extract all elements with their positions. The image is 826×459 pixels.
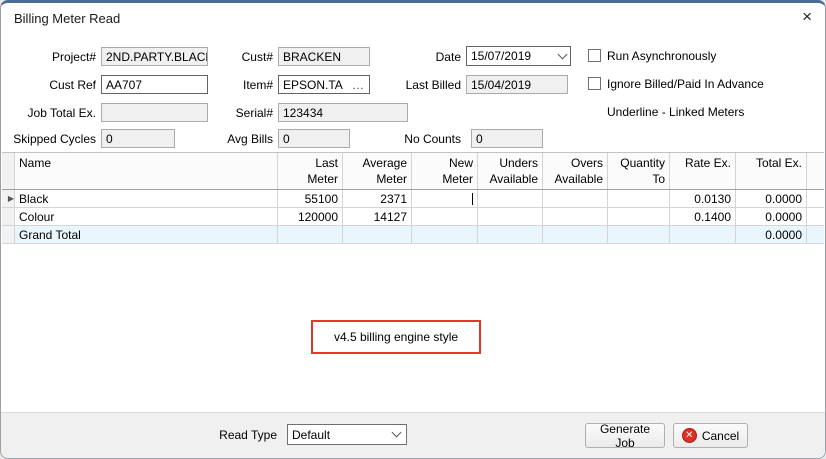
grid-header-new-meter[interactable]: New Meter Value <box>412 153 478 189</box>
cell-rate[interactable]: 0.1400 <box>670 208 736 225</box>
cell-new-meter[interactable] <box>412 208 478 225</box>
item-label: Item# <box>171 75 278 94</box>
cell-last-meter[interactable]: 120000 <box>278 208 343 225</box>
grid-row-black[interactable]: ▶ Black 55100 2371 0.0130 0.0000 <box>2 190 824 208</box>
underline-linked-meters-note: Underline - Linked Meters <box>607 103 744 120</box>
run-asynchronously-checkbox[interactable] <box>588 49 601 62</box>
window-title: Billing Meter Read <box>14 11 120 26</box>
cell-new-meter-editing[interactable] <box>412 190 478 207</box>
serial-label: Serial# <box>171 103 278 122</box>
job-total-label: Job Total Ex. <box>1 103 101 122</box>
date-combobox[interactable]: 15/07/2019 <box>466 46 571 66</box>
close-icon[interactable]: × <box>802 8 812 25</box>
cell-name[interactable]: Colour <box>15 208 278 225</box>
cell-quantity <box>608 226 670 243</box>
cell-overs <box>543 226 608 243</box>
read-type-select[interactable]: Default <box>287 424 407 445</box>
generate-job-button[interactable]: Generate Job <box>585 423 665 448</box>
cell-total[interactable]: 0.0000 <box>736 208 807 225</box>
chevron-down-icon <box>392 428 402 438</box>
billing-engine-note-box: v4.5 billing engine style <box>311 320 481 354</box>
cancel-label: Cancel <box>702 429 739 443</box>
cell-rate <box>670 226 736 243</box>
chevron-down-icon <box>558 49 568 59</box>
grid-header-rate[interactable]: Rate Ex. <box>670 153 736 189</box>
cust-ref-label: Cust Ref <box>1 75 101 94</box>
cell-average-meter[interactable]: 2371 <box>343 190 412 207</box>
billing-meter-read-dialog: Billing Meter Read × Project# 2ND.PARTY.… <box>0 0 826 459</box>
item-value: EPSON.TA <box>283 78 343 92</box>
cell-quantity[interactable] <box>608 190 670 207</box>
date-label: Date <box>361 47 466 66</box>
read-type-label: Read Type <box>182 425 282 444</box>
footer-bar: Read Type Default Generate Job ✕ Cancel <box>1 412 825 458</box>
cell-name: Grand Total <box>15 226 278 243</box>
cell-unders[interactable] <box>478 190 543 207</box>
no-counts-field: 0 <box>471 129 543 148</box>
cell-average-meter[interactable]: 14127 <box>343 208 412 225</box>
last-billed-label: Last Billed <box>361 75 466 94</box>
cell-last-meter[interactable]: 55100 <box>278 190 343 207</box>
item-field[interactable]: EPSON.TA … <box>278 75 370 94</box>
cust-label: Cust# <box>171 47 278 66</box>
row-selector-arrow-icon: ▶ <box>2 190 15 207</box>
cell-average-meter <box>343 226 412 243</box>
cell-unders[interactable] <box>478 208 543 225</box>
grid-header-quantity[interactable]: Quantity To Be Billed <box>608 153 670 189</box>
row-selector <box>2 226 15 243</box>
cell-unders <box>478 226 543 243</box>
cell-quantity[interactable] <box>608 208 670 225</box>
ignore-billed-label: Ignore Billed/Paid In Advance <box>607 75 764 92</box>
ignore-billed-checkbox[interactable] <box>588 77 601 90</box>
last-billed-field: 15/04/2019 <box>466 75 568 94</box>
text-caret <box>472 193 473 205</box>
cell-last-meter <box>278 226 343 243</box>
date-value: 15/07/2019 <box>471 49 531 63</box>
grid-header-row: Name Last Meter Value Average Meter Valu… <box>2 153 824 190</box>
grid-row-colour[interactable]: Colour 120000 14127 0.1400 0.0000 <box>2 208 824 226</box>
skipped-cycles-field: 0 <box>101 129 175 148</box>
cancel-stop-icon: ✕ <box>682 428 697 443</box>
grid-header-overs[interactable]: Overs Available <box>543 153 608 189</box>
grid-header-average-meter[interactable]: Average Meter Value <box>343 153 412 189</box>
cell-overs[interactable] <box>543 190 608 207</box>
row-selector <box>2 208 15 225</box>
cell-total: 0.0000 <box>736 226 807 243</box>
project-label: Project# <box>1 47 101 66</box>
grid-header-unders[interactable]: Unders Available <box>478 153 543 189</box>
meters-grid: Name Last Meter Value Average Meter Valu… <box>2 152 824 415</box>
skipped-cycles-label: Skipped Cycles <box>1 129 101 148</box>
avg-bills-field: 0 <box>278 129 350 148</box>
no-counts-label: No Counts <box>366 129 466 148</box>
grid-selector-header <box>2 153 15 189</box>
cell-new-meter <box>412 226 478 243</box>
grid-header-total[interactable]: Total Ex. <box>736 153 807 189</box>
grid-header-last-meter[interactable]: Last Meter Value <box>278 153 343 189</box>
avg-bills-label: Avg Bills <box>171 129 278 148</box>
cell-name[interactable]: Black <box>15 190 278 207</box>
cancel-button[interactable]: ✕ Cancel <box>673 423 748 448</box>
cust-field: BRACKEN <box>278 47 370 66</box>
cell-overs[interactable] <box>543 208 608 225</box>
cell-rate[interactable]: 0.0130 <box>670 190 736 207</box>
grid-header-name[interactable]: Name <box>15 153 278 189</box>
read-type-value: Default <box>292 428 330 442</box>
billing-engine-note-text: v4.5 billing engine style <box>334 330 458 344</box>
grid-row-grand-total: Grand Total 0.0000 <box>2 226 824 244</box>
cell-total[interactable]: 0.0000 <box>736 190 807 207</box>
run-asynchronously-label: Run Asynchronously <box>607 47 716 64</box>
serial-field: 123434 <box>278 103 408 122</box>
